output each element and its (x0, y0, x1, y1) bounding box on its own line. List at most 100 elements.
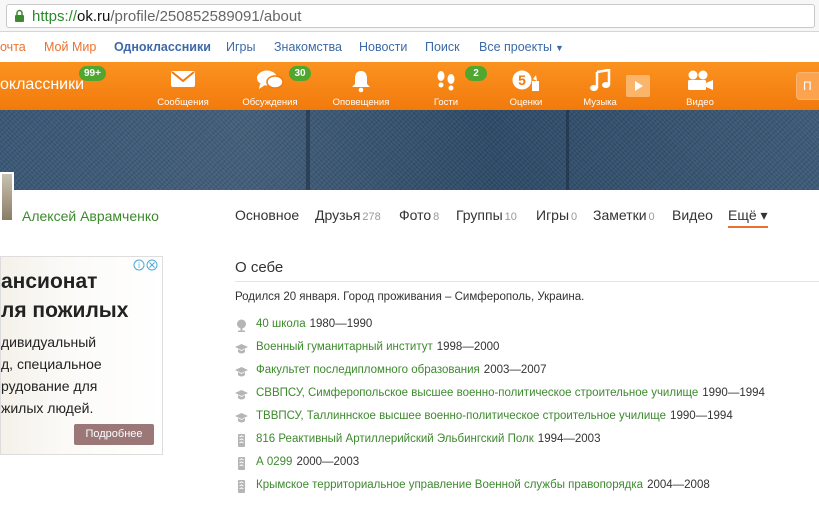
ad-more-button[interactable]: Подробнее (74, 424, 154, 445)
nav-video-label: Видео (686, 97, 714, 108)
ad-title: ансионат ля пожилых (1, 267, 128, 325)
entry-years: 2003—2007 (483, 364, 547, 376)
tab-label: Группы (456, 207, 503, 223)
entry-link[interactable]: А 0299 (256, 456, 292, 468)
lock-icon (15, 9, 24, 22)
logo-badge: 99+ (79, 66, 106, 81)
music-note-icon (590, 69, 611, 91)
ad-text: дивидуальный д, специальное рудование дл… (1, 331, 102, 419)
cover-seam (566, 110, 569, 190)
svg-text:i: i (138, 261, 140, 270)
tab-main[interactable]: Основное (235, 207, 299, 223)
nav-notifications-label: Оповещения (332, 97, 390, 108)
entry-link[interactable]: 40 школа (256, 318, 306, 330)
nav-ratings-label: Оценки (509, 97, 543, 108)
ad-text-line: дивидуальный (1, 334, 97, 350)
bell-icon (352, 71, 370, 93)
entry-link[interactable]: СВВПСУ, Симферопольское высшее военно-по… (256, 387, 698, 399)
footprints-icon (437, 71, 455, 91)
toplink-odnoklassniki[interactable]: Одноклассники (114, 40, 211, 54)
entry-link[interactable]: Факультет последипломного образования (256, 364, 480, 376)
tab-label: Друзья (315, 207, 361, 223)
nav-video[interactable]: Видео (665, 66, 735, 108)
section-title: О себе (235, 259, 284, 276)
entry-years: 2004—2008 (647, 479, 710, 491)
rating-five-icon: 5 (512, 70, 539, 91)
entry-years: 1990—1994 (702, 387, 765, 399)
discussions-badge: 30 (289, 66, 311, 81)
guests-badge: 2 (465, 66, 487, 81)
video-camera-icon (688, 70, 713, 90)
nav-messages-label: Сообщения (157, 97, 209, 108)
tab-count: 0 (648, 211, 655, 223)
entry-years: 1990—1994 (670, 410, 733, 422)
tab-label: Фото (399, 207, 432, 223)
tab-photos[interactable]: Фото 8 (399, 207, 439, 223)
play-button[interactable] (626, 75, 650, 97)
tab-count: 278 (362, 211, 381, 223)
url-host: ok.ru (77, 8, 111, 25)
tab-label: Игры (536, 207, 570, 223)
tab-games[interactable]: Игры 0 (536, 207, 577, 223)
tab-friends[interactable]: Друзья 278 (315, 207, 381, 223)
tab-video[interactable]: Видео (672, 207, 713, 223)
entry-link[interactable]: ТВВПСУ, Таллиннское высшее военно-полити… (256, 410, 666, 422)
toplink-my-world[interactable]: Мой Мир (44, 40, 96, 54)
section-divider (235, 281, 819, 282)
tab-groups[interactable]: Группы 10 (456, 207, 517, 223)
url-protocol: https:// (32, 8, 78, 25)
nav-music[interactable]: Музыка (565, 66, 635, 108)
graduation-cap-icon (235, 413, 248, 423)
tab-more[interactable]: Ещё ▾ (728, 207, 768, 228)
tab-count: 8 (433, 211, 440, 223)
toplink-search[interactable]: Поиск (425, 40, 460, 54)
envelope-icon (171, 71, 195, 87)
site-logo[interactable]: оклассники (0, 76, 84, 94)
entry-link[interactable]: 816 Реактивный Артиллерийский Эльбингски… (256, 433, 534, 445)
graduation-cap-icon (235, 367, 248, 377)
graduation-cap-icon (235, 344, 248, 354)
chat-bubbles-icon (257, 70, 284, 89)
tab-label: Заметки (593, 207, 647, 223)
profile-name[interactable]: Алексей Аврамченко (22, 208, 159, 224)
nav-guests-label: Гости (433, 97, 459, 108)
entry-link[interactable]: Военный гуманитарный институт (256, 341, 433, 353)
main-nav: оклассники 99+ Сообщения Обсуждения 30 О… (0, 62, 819, 110)
avatar[interactable] (0, 172, 14, 222)
url-text: https://ok.ru/profile/250852589091/about (32, 8, 301, 25)
tab-label: Видео (672, 207, 713, 223)
nav-discussions-label: Обсуждения (242, 97, 298, 108)
tab-label: Ещё ▾ (728, 207, 768, 223)
ad-text-line: рудование для (1, 378, 98, 394)
info-close-icon[interactable]: i (132, 259, 160, 271)
header-action-button[interactable]: П (796, 72, 819, 100)
play-icon (635, 81, 643, 91)
about-born-text: Родился 20 января. Город проживания – Си… (235, 291, 585, 303)
url-path: /profile/250852589091/about (110, 8, 302, 25)
nav-ratings[interactable]: 5 Оценки (491, 66, 561, 108)
cover-seam (306, 110, 310, 190)
entry-link[interactable]: Крымское территориальное управление Воен… (256, 479, 643, 491)
entry-years: 1998—2000 (436, 341, 500, 353)
ad-title-line: ансионат (1, 270, 98, 293)
caret-down-icon: ▼ (554, 43, 564, 53)
nav-music-label: Музыка (583, 97, 617, 108)
tab-notes[interactable]: Заметки 0 (593, 207, 655, 223)
toplink-all-projects[interactable]: Все проекты ▼ (479, 40, 564, 54)
advertisement[interactable]: i ансионат ля пожилых дивидуальный д, сп… (0, 256, 163, 455)
toplink-games[interactable]: Игры (226, 40, 255, 54)
nav-notifications[interactable]: Оповещения (326, 66, 396, 108)
school-icon (237, 319, 246, 332)
ad-title-line: ля пожилых (1, 299, 129, 322)
graduation-cap-icon (235, 390, 248, 400)
tab-count: 10 (504, 211, 517, 223)
nav-messages[interactable]: Сообщения (148, 66, 218, 108)
browser-toolbar: https://ok.ru/profile/250852589091/about (0, 0, 819, 32)
svg-text:5: 5 (518, 72, 526, 88)
toplink-news[interactable]: Новости (359, 40, 407, 54)
toplink-dating[interactable]: Знакомства (274, 40, 342, 54)
portal-links-bar: очта Мой Мир Одноклассники Игры Знакомст… (0, 33, 819, 62)
toplink-mail[interactable]: очта (0, 40, 26, 54)
address-bar[interactable]: https://ok.ru/profile/250852589091/about (6, 4, 815, 28)
tab-label: Основное (235, 207, 300, 223)
